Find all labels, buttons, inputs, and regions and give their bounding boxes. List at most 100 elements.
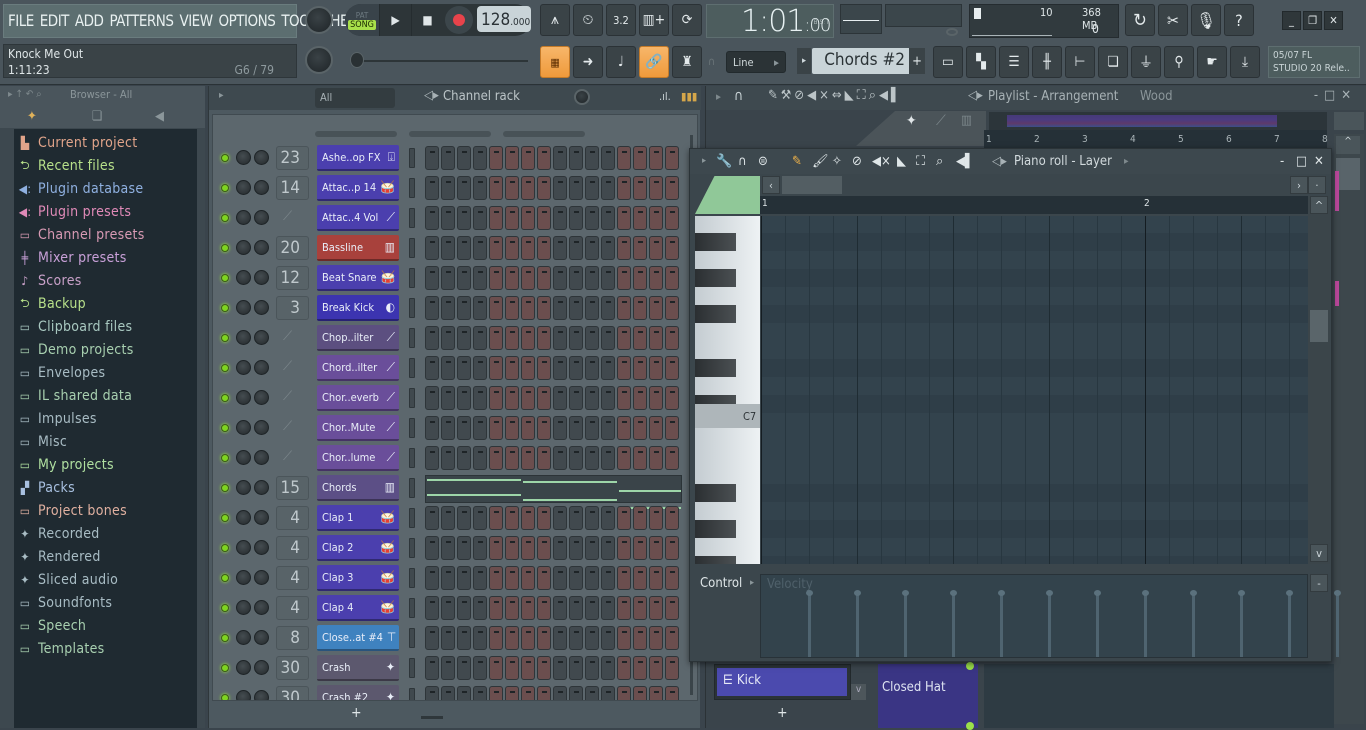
step-button[interactable]	[617, 296, 631, 320]
step-button[interactable]	[585, 266, 599, 290]
play-button[interactable]: ▶	[379, 4, 411, 36]
step-button[interactable]	[585, 176, 599, 200]
step-button[interactable]	[505, 386, 519, 410]
wait-record-button[interactable]: ⏲	[573, 4, 603, 36]
black-key[interactable]	[695, 520, 736, 538]
master-volume-knob[interactable]	[305, 6, 333, 34]
step-button[interactable]	[489, 446, 503, 470]
step-button[interactable]	[601, 176, 615, 200]
step-button[interactable]	[505, 626, 519, 650]
step-button[interactable]	[585, 326, 599, 350]
step-button[interactable]	[521, 206, 535, 230]
step-button[interactable]	[665, 656, 679, 680]
step-button[interactable]	[553, 386, 567, 410]
channel-name-button[interactable]: Bassline ▥	[317, 235, 399, 261]
browser-item-speech[interactable]: ▭ Speech	[18, 615, 86, 637]
multilink-button[interactable]: ♜	[672, 46, 702, 78]
step-button[interactable]	[617, 386, 631, 410]
browser-item-current-project[interactable]: ▙ Current project	[18, 132, 137, 154]
channel-name-button[interactable]: Chords ▥	[317, 475, 399, 501]
step-button[interactable]	[521, 686, 535, 700]
browser-item-clipboard-files[interactable]: ▭ Clipboard files	[18, 316, 132, 338]
step-button[interactable]	[649, 626, 663, 650]
step-view-icon[interactable]: ▮▮▮	[681, 90, 697, 103]
step-button[interactable]	[617, 326, 631, 350]
piano-roll-button[interactable]: ▚	[966, 46, 996, 78]
browser-item-packs[interactable]: ▞ Packs	[18, 477, 75, 499]
step-button[interactable]	[537, 416, 551, 440]
channel-select[interactable]	[409, 478, 415, 498]
add-pattern-button[interactable]: +	[909, 48, 925, 74]
step-button[interactable]	[489, 536, 503, 560]
record-button[interactable]	[445, 6, 473, 34]
step-button[interactable]	[473, 326, 487, 350]
metronome-button[interactable]: ⩚	[540, 4, 570, 36]
step-button[interactable]	[665, 356, 679, 380]
master-pitch-knob[interactable]	[305, 46, 333, 74]
blend-notes-button[interactable]: ♩	[606, 46, 636, 78]
step-button[interactable]	[553, 236, 567, 260]
browser-item-misc[interactable]: ▭ Misc	[18, 431, 67, 453]
step-button[interactable]	[489, 236, 503, 260]
step-button[interactable]	[569, 296, 583, 320]
step-button[interactable]	[585, 446, 599, 470]
step-button[interactable]	[489, 656, 503, 680]
volume-knob[interactable]	[254, 480, 269, 495]
step-button[interactable]	[521, 446, 535, 470]
mixer-track-field[interactable]: 4	[276, 566, 309, 590]
step-button[interactable]	[633, 296, 647, 320]
volume-knob[interactable]	[254, 420, 269, 435]
step-button[interactable]	[441, 326, 455, 350]
step-button[interactable]	[457, 146, 471, 170]
step-button[interactable]	[665, 176, 679, 200]
close-button[interactable]: ✕	[1324, 11, 1343, 30]
black-key[interactable]	[695, 305, 736, 323]
step-button[interactable]	[649, 596, 663, 620]
step-button[interactable]	[569, 536, 583, 560]
step-button[interactable]	[649, 206, 663, 230]
step-button[interactable]	[425, 176, 439, 200]
pan-knob[interactable]	[236, 420, 251, 435]
mixer-track-field[interactable]: 20	[276, 236, 309, 260]
channel-select[interactable]	[409, 328, 415, 348]
browser-item-plugin-database[interactable]: ◀: Plugin database	[18, 178, 143, 200]
velocity-bar[interactable]	[1238, 590, 1245, 657]
step-button[interactable]	[441, 536, 455, 560]
pan-knob[interactable]	[236, 210, 251, 225]
step-button[interactable]	[633, 206, 647, 230]
position-slider[interactable]	[350, 52, 528, 68]
step-button[interactable]	[585, 536, 599, 560]
zoom-button[interactable]: ·	[1308, 176, 1326, 194]
step-button[interactable]	[521, 506, 535, 530]
step-button[interactable]	[521, 356, 535, 380]
pan-knob[interactable]	[236, 660, 251, 675]
browser-item-backup[interactable]: ⮌ Backup	[18, 293, 86, 315]
step-button[interactable]	[489, 176, 503, 200]
browser-button[interactable]: ❏	[1098, 46, 1128, 78]
pencil-tool-icon[interactable]: ✎	[792, 154, 802, 169]
step-edit-button[interactable]: ▥+	[639, 4, 669, 36]
pattern-list-dropdown[interactable]: v	[851, 684, 866, 700]
step-button[interactable]	[505, 416, 519, 440]
step-button[interactable]	[585, 596, 599, 620]
step-button[interactable]	[505, 236, 519, 260]
mixer-track-field[interactable]: 4	[276, 596, 309, 620]
step-button[interactable]	[553, 626, 567, 650]
step-button[interactable]	[505, 296, 519, 320]
step-button[interactable]	[521, 296, 535, 320]
velocity-bar[interactable]	[806, 590, 813, 657]
browser-item-plugin-presets[interactable]: ◀: Plugin presets	[18, 201, 131, 223]
magnet-icon[interactable]: ∩	[738, 154, 747, 169]
pattern-selector[interactable]: Chords #2	[812, 48, 911, 74]
volume-knob[interactable]	[254, 300, 269, 315]
step-button[interactable]	[601, 296, 615, 320]
step-button[interactable]	[537, 686, 551, 700]
channel-select[interactable]	[409, 538, 415, 558]
channel-enable-led[interactable]	[221, 244, 229, 252]
step-button[interactable]	[585, 296, 599, 320]
channel-select[interactable]	[409, 238, 415, 258]
volume-knob[interactable]	[254, 690, 269, 700]
pan-knob[interactable]	[236, 270, 251, 285]
step-button[interactable]	[649, 176, 663, 200]
scroll-left-button[interactable]: ‹	[762, 176, 780, 194]
